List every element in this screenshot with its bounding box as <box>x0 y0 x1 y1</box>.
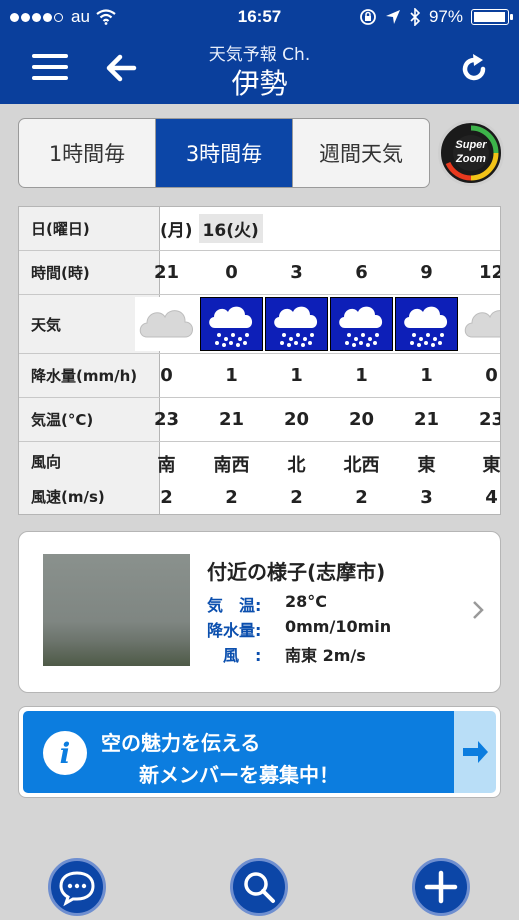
wind-speed-value: 4 <box>485 486 498 508</box>
nearby-precip-line: 降水量: 0mm/10min <box>207 617 391 641</box>
banner-line-2: 新メンバーを募集中！ <box>139 763 339 787</box>
superzoom-label-2: Zoom <box>456 153 486 165</box>
time-cell: 21 <box>153 262 180 283</box>
row-time: 時間(時) 21036912 <box>19 251 500 295</box>
date-prev: (月) <box>160 221 193 241</box>
wind-cell: 北西 2 <box>329 442 394 514</box>
wind-cell: 北2 <box>264 442 329 514</box>
chat-bubble-icon <box>59 871 95 907</box>
wind-speed-value: 2 <box>160 486 173 508</box>
wind-dir-value: 北 <box>287 454 306 476</box>
precip-cell: 1 <box>290 365 303 386</box>
wind-cell: 南西 2 <box>199 442 264 514</box>
precip-cell: 0 <box>160 365 173 386</box>
battery-percent: 97% <box>428 7 463 26</box>
chat-button[interactable] <box>48 858 106 916</box>
precip-cell: 1 <box>355 365 368 386</box>
battery-icon <box>471 9 513 25</box>
temp-cell: 21 <box>413 409 440 430</box>
wind-speed-value: 2 <box>225 486 238 508</box>
location-icon <box>385 10 400 24</box>
cloudy-icon <box>460 297 500 351</box>
nav-bar: 天気予報 Ch. 伊勢 <box>0 34 519 104</box>
nearby-wind-value: 南東 2m/s <box>285 646 366 665</box>
row-label-wind-dir: 風向 <box>31 453 62 471</box>
recruit-banner[interactable]: i 空の魅力を伝える 新メンバーを募集中！ <box>18 706 501 798</box>
cloudy-icon <box>135 297 198 351</box>
temp-cell: 20 <box>348 409 375 430</box>
nearby-temp-line: 気 温: 28°C <box>207 592 327 616</box>
date-current: 16(火) <box>198 214 263 243</box>
row-wind: 風向 風速(m/s) 南 2 南西 2 北 2 北西 2 東 3 東 4 <box>19 442 501 514</box>
time-cell: 6 <box>355 262 368 283</box>
add-button[interactable] <box>412 858 470 916</box>
nearby-wind-label: 風 : <box>207 646 262 665</box>
nearby-conditions-card[interactable]: 付近の様子(志摩市) 気 温: 28°C 降水量: 0mm/10min 風 : … <box>18 531 501 693</box>
row-weather: 天気 <box>19 295 500 354</box>
time-cell: 12 <box>478 262 500 283</box>
live-camera-image <box>43 554 190 666</box>
temp-cell: 21 <box>218 409 245 430</box>
banner-line-1: 空の魅力を伝える <box>101 731 261 755</box>
search-icon <box>244 872 275 903</box>
refresh-icon[interactable] <box>457 52 491 86</box>
tab-3-hourly[interactable]: 3時間毎 <box>156 119 293 187</box>
rotation-lock-icon <box>360 9 376 25</box>
precip-cell: 1 <box>420 365 433 386</box>
row-precip: 降水量(mm/h) 011110 <box>19 354 500 398</box>
rain-icon <box>395 297 458 351</box>
precip-cell: 0 <box>485 365 498 386</box>
rain-icon <box>265 297 328 351</box>
plus-icon <box>424 870 458 904</box>
page-title: 伊勢 <box>231 67 288 100</box>
row-label-wind-speed: 風速(m/s) <box>31 488 105 506</box>
row-temp: 気温(°C) 232120202123 <box>19 398 500 442</box>
superzoom-button[interactable]: Super Zoom <box>438 120 504 186</box>
bluetooth-icon <box>410 8 421 26</box>
row-date: 日(曜日) (月) 16(火) <box>19 207 500 251</box>
wind-cell: 東4 <box>459 442 501 514</box>
superzoom-label-1: Super <box>455 139 487 151</box>
temp-cell: 23 <box>478 409 500 430</box>
time-cell: 3 <box>290 262 303 283</box>
info-icon: i <box>43 731 87 775</box>
wind-speed-value: 2 <box>290 486 303 508</box>
nearby-title: 付近の様子(志摩市) <box>207 560 386 584</box>
chevron-right-icon <box>473 601 484 619</box>
wind-cell: 東3 <box>394 442 459 514</box>
wind-speed-value: 3 <box>420 486 433 508</box>
wind-dir-value: 北西 <box>343 454 380 476</box>
status-bar: au 16:57 97% <box>0 0 519 34</box>
nearby-precip-value: 0mm/10min <box>285 617 392 636</box>
row-label-date: 日(曜日) <box>19 207 160 250</box>
time-cell: 9 <box>420 262 433 283</box>
time-cell: 0 <box>225 262 238 283</box>
temp-cell: 23 <box>153 409 180 430</box>
wind-dir-value: 東 <box>417 454 436 476</box>
temp-cell: 20 <box>283 409 310 430</box>
rain-icon <box>200 297 263 351</box>
nearby-temp-value: 28°C <box>285 592 328 611</box>
wind-dir-value: 南 <box>157 454 176 476</box>
nearby-precip-label: 降水量: <box>207 621 262 640</box>
arrow-right-icon <box>463 741 488 763</box>
interval-tabs: 1時間毎 3時間毎 週間天気 <box>18 118 430 188</box>
wind-cell: 南2 <box>134 442 199 514</box>
precip-cell: 1 <box>225 365 238 386</box>
tab-weekly[interactable]: 週間天気 <box>293 119 429 187</box>
nearby-wind-line: 風 : 南東 2m/s <box>207 642 366 666</box>
nearby-temp-label: 気 温: <box>207 596 262 615</box>
banner-body: i 空の魅力を伝える 新メンバーを募集中！ <box>23 711 454 793</box>
forecast-table: 日(曜日) (月) 16(火) 時間(時) 21036912 天気 降水量(mm… <box>18 206 501 515</box>
search-button[interactable] <box>230 858 288 916</box>
rain-icon <box>330 297 393 351</box>
wind-dir-value: 南西 <box>213 454 250 476</box>
tab-hourly[interactable]: 1時間毎 <box>19 119 156 187</box>
wind-speed-value: 2 <box>355 486 368 508</box>
banner-arrow-panel <box>454 711 496 793</box>
wind-dir-value: 東 <box>482 454 501 476</box>
